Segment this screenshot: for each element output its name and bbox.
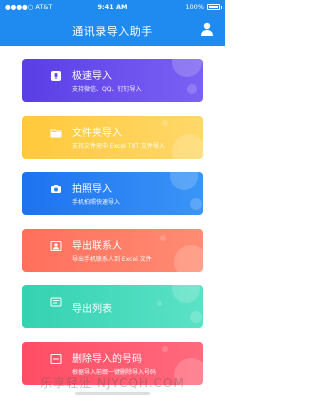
page-title: 通讯录导入助手 — [72, 25, 153, 38]
user-icon[interactable] — [199, 21, 215, 37]
decor-circle — [190, 198, 202, 210]
card-subtitle: 导出手机联系人到 Excel 文件 — [72, 256, 152, 263]
status-bar: ●●●●○ AT&T 9:41 AM 100% — [0, 0, 225, 13]
card-title: 删除导入的号码 — [72, 354, 142, 365]
folder-import-card[interactable]: 文件夹导入 支持文件夹中 Excel TXT 文件导入 — [22, 116, 203, 159]
lock-icon — [51, 71, 61, 81]
nav-bar: 通讯录导入助手 — [0, 13, 225, 46]
card-title: 导出列表 — [72, 304, 112, 315]
delete-icon — [50, 354, 62, 364]
quick-import-card[interactable]: 极速导入 支持微信、QQ、钉钉导入 — [22, 59, 203, 102]
card-title: 文件夹导入 — [72, 128, 122, 139]
card-title: 极速导入 — [72, 71, 112, 82]
decor-circle — [172, 285, 200, 303]
decor-circle — [162, 346, 168, 352]
decor-circle — [162, 120, 168, 126]
contact-card-icon — [50, 241, 62, 251]
decor-circle — [172, 59, 202, 77]
card-subtitle: 手机拍照快速导入 — [72, 199, 121, 206]
decor-circle — [187, 84, 197, 94]
battery-icon — [207, 4, 222, 10]
decor-circle — [160, 235, 166, 241]
decor-circle — [172, 134, 203, 159]
export-list-card[interactable]: 导出列表 — [22, 285, 203, 328]
list-icon — [50, 297, 62, 307]
photo-import-card[interactable]: 拍照导入 手机拍照快速导入 — [22, 172, 203, 215]
export-contacts-card[interactable]: 导出联系人 导出手机联系人到 Excel 文件 — [22, 229, 203, 272]
decor-circle — [174, 245, 203, 272]
decor-circle — [170, 172, 198, 190]
card-title: 导出联系人 — [72, 241, 122, 252]
card-title: 拍照导入 — [72, 184, 112, 195]
card-subtitle: 支持文件夹中 Excel TXT 文件导入 — [72, 143, 165, 150]
decor-circle — [157, 301, 162, 306]
decor-circle — [190, 311, 202, 323]
battery-percent: 100% — [185, 3, 204, 11]
camera-icon — [51, 185, 61, 193]
home-indicator — [75, 392, 150, 395]
folder-icon — [50, 129, 62, 138]
watermark: 乐享轻沚 NJYCQH.COM — [40, 376, 185, 390]
card-subtitle: 支持微信、QQ、钉钉导入 — [72, 86, 142, 93]
